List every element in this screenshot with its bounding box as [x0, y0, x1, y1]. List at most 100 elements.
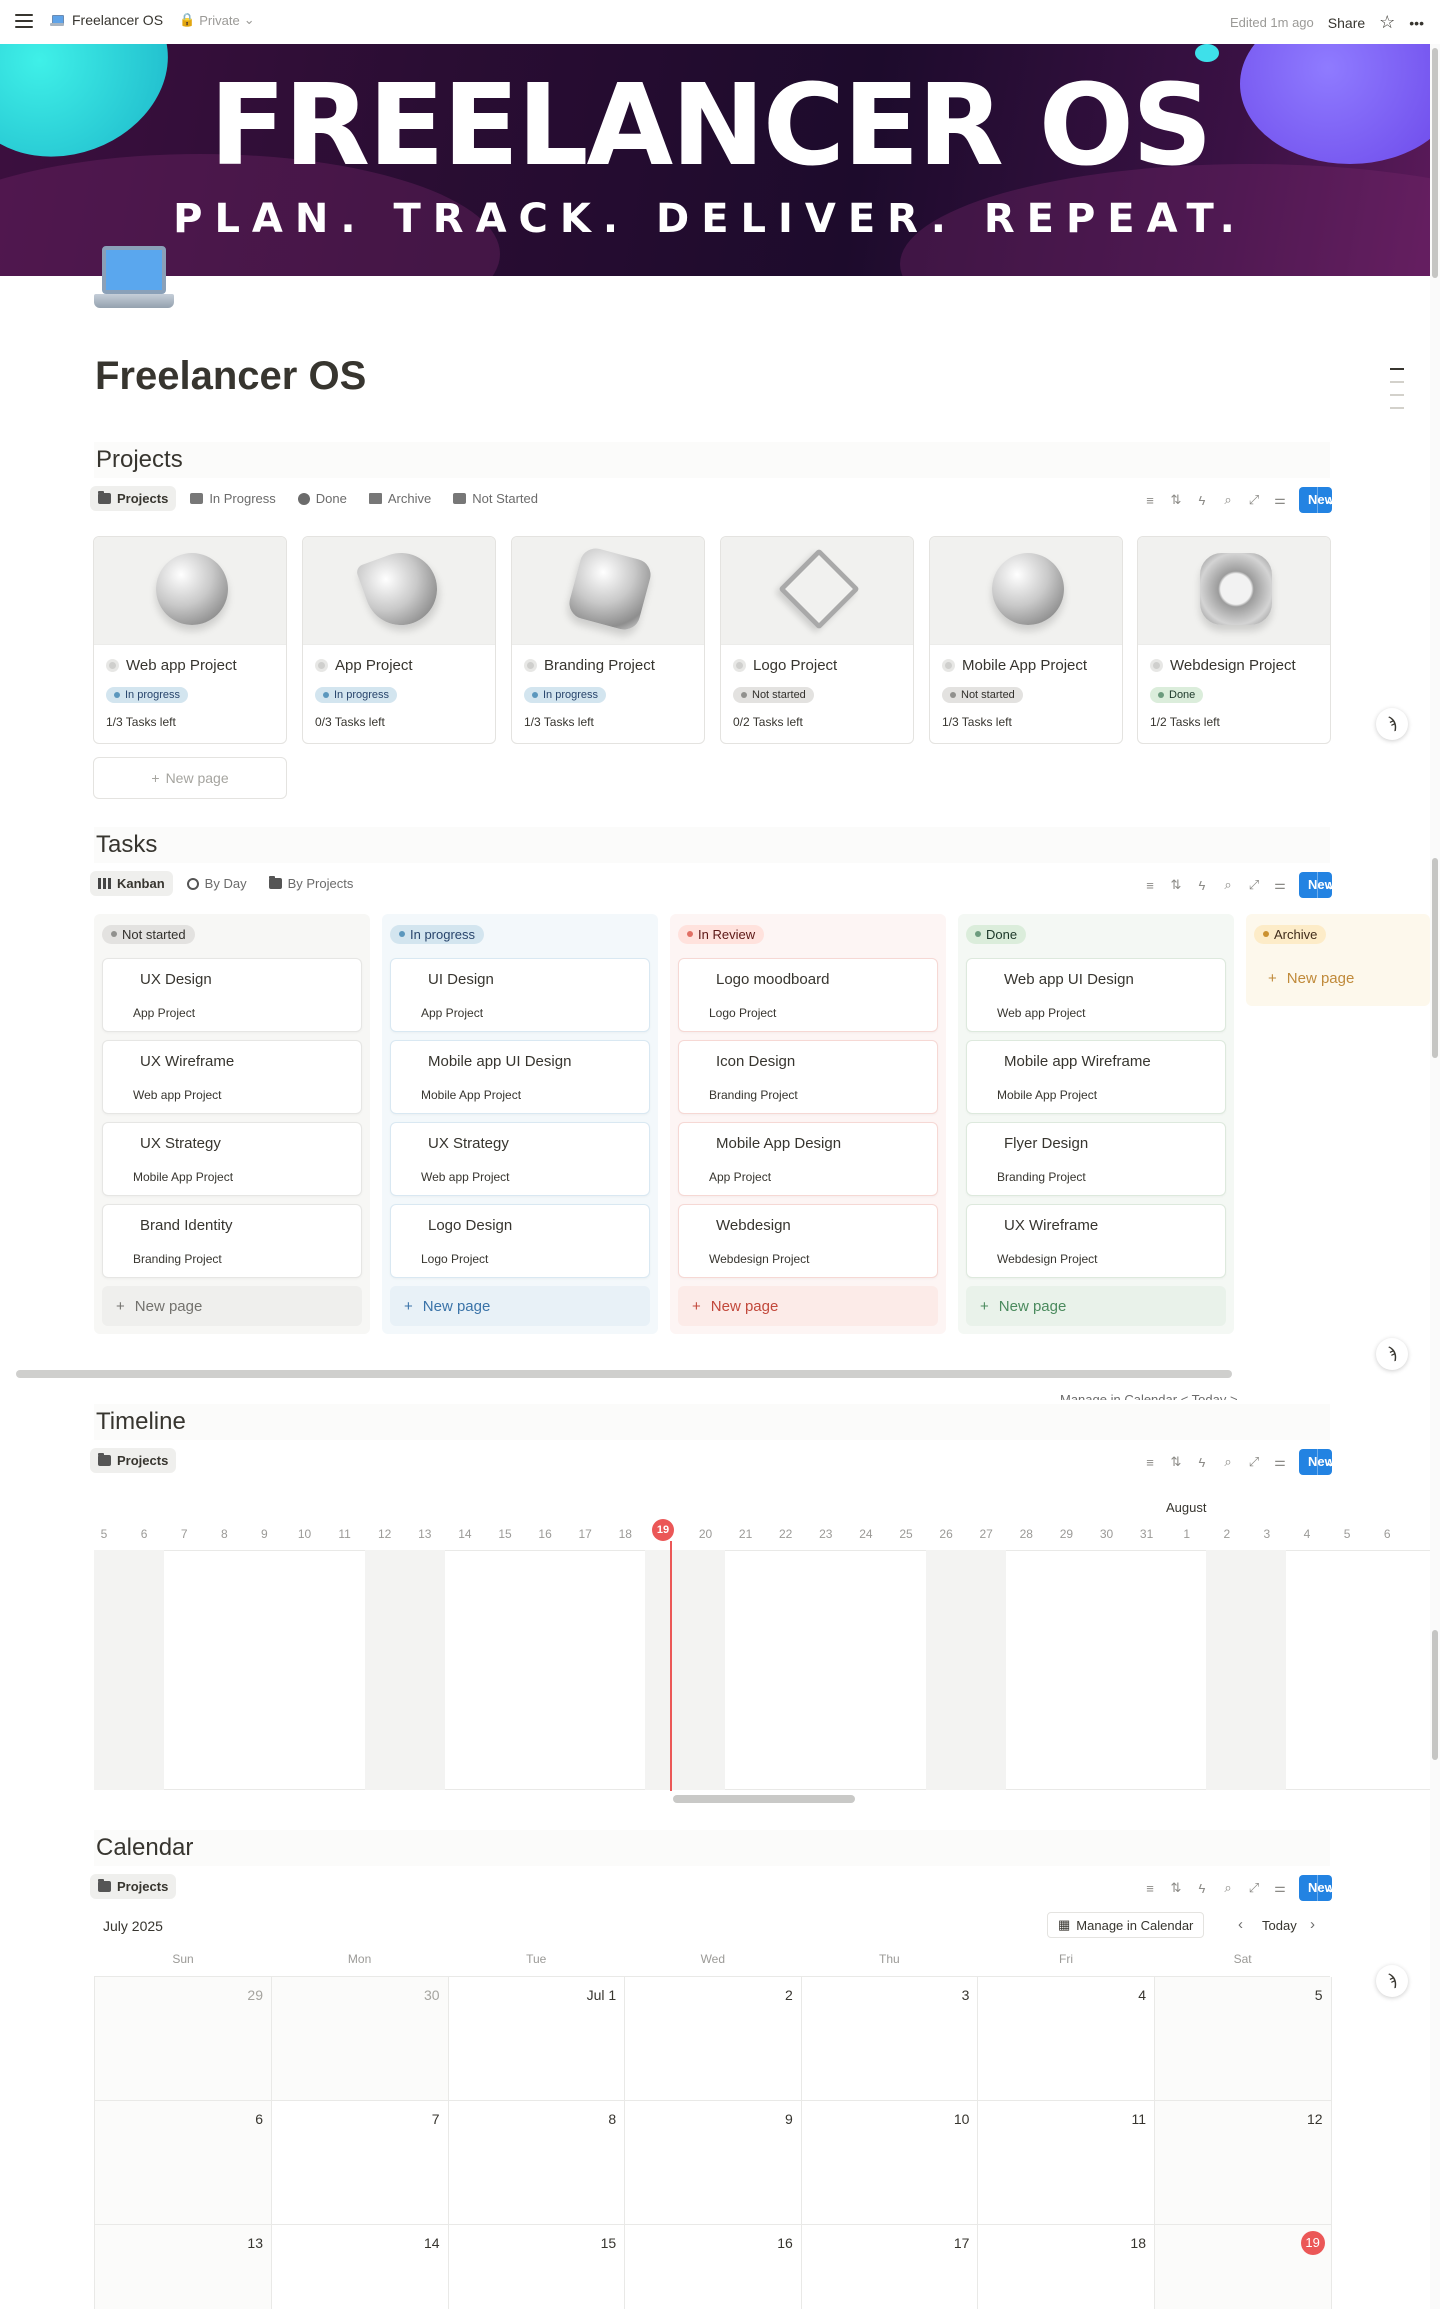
tab-projects[interactable]: Projects: [90, 1448, 177, 1473]
search-icon[interactable]: ⌕: [1221, 877, 1235, 893]
new-label[interactable]: New: [1299, 1875, 1335, 1901]
new-button[interactable]: New ⌄: [1299, 1449, 1336, 1475]
settings-icon[interactable]: ⚌: [1273, 492, 1287, 508]
help-icon[interactable]: ϡ: [1376, 708, 1408, 740]
page-title[interactable]: Freelancer OS: [95, 354, 366, 399]
tasks-heading[interactable]: Tasks: [94, 827, 1330, 863]
task-card[interactable]: UI Design App Project: [390, 958, 650, 1032]
chevron-down-icon[interactable]: ⌄: [1317, 872, 1336, 898]
calendar-day-cell[interactable]: 17: [801, 2225, 979, 2309]
task-card[interactable]: UX Strategy Web app Project: [390, 1122, 650, 1196]
calendar-day-cell[interactable]: 10: [801, 2101, 979, 2225]
calendar-day-cell[interactable]: Jul 1: [448, 1977, 626, 2101]
page-scrollbar[interactable]: [1430, 44, 1440, 2309]
calendar-day-cell[interactable]: 14: [272, 2225, 449, 2309]
new-button[interactable]: New ⌄: [1299, 487, 1336, 513]
star-icon[interactable]: ☆: [1379, 12, 1395, 33]
settings-icon[interactable]: ⚌: [1273, 1454, 1287, 1470]
filter-icon[interactable]: ≡: [1143, 1881, 1157, 1896]
project-card[interactable]: Mobile App Project Not started 1/3 Tasks l…: [929, 536, 1123, 744]
horizontal-scrollbar[interactable]: [16, 1370, 1232, 1378]
calendar-day-cell[interactable]: 7: [271, 2101, 449, 2225]
settings-icon[interactable]: ⚌: [1273, 877, 1287, 893]
calendar-day-cell[interactable]: 18: [978, 2225, 1155, 2309]
tab-by-projects[interactable]: By Projects: [261, 871, 362, 896]
task-card[interactable]: Mobile App Design App Project: [678, 1122, 938, 1196]
menu-icon[interactable]: [15, 14, 33, 28]
chevron-down-icon[interactable]: ⌄: [1317, 487, 1336, 513]
calendar-day-cell[interactable]: 12: [1154, 2101, 1332, 2225]
tab-kanban[interactable]: Kanban: [90, 871, 173, 896]
tab-in-progress[interactable]: In Progress: [182, 486, 283, 511]
column-header[interactable]: Archive: [1254, 924, 1327, 944]
calendar-day-cell[interactable]: 4: [978, 1977, 1155, 2101]
task-card[interactable]: UX Wireframe Webdesign Project: [966, 1204, 1226, 1278]
new-button[interactable]: New ⌄: [1299, 1875, 1336, 1901]
new-page-button[interactable]: + New page: [678, 1286, 938, 1326]
column-header[interactable]: Done: [966, 924, 1027, 944]
task-card[interactable]: Web app UI Design Web app Project: [966, 958, 1226, 1032]
new-label[interactable]: New: [1299, 872, 1335, 898]
chevron-down-icon[interactable]: ⌄: [1317, 1875, 1336, 1901]
scrollbar-thumb[interactable]: [1432, 48, 1438, 278]
expand-icon[interactable]: ⤢: [1247, 1880, 1261, 1896]
new-page-button[interactable]: + New page: [102, 1286, 362, 1326]
tab-not-started[interactable]: Not Started: [445, 486, 546, 511]
prev-month-icon[interactable]: ‹: [1238, 1916, 1243, 1933]
calendar-day-cell[interactable]: 29: [95, 1977, 272, 2101]
automation-icon[interactable]: ϟ: [1195, 493, 1209, 508]
automation-icon[interactable]: ϟ: [1195, 878, 1209, 893]
new-button[interactable]: New ⌄: [1299, 872, 1336, 898]
sort-icon[interactable]: ⇅: [1169, 1880, 1183, 1896]
calendar-day-cell[interactable]: 19: [1154, 2225, 1332, 2309]
sort-icon[interactable]: ⇅: [1169, 877, 1183, 893]
column-header[interactable]: Not started: [102, 924, 195, 944]
task-card[interactable]: Mobile app UI Design Mobile App Project: [390, 1040, 650, 1114]
search-icon[interactable]: ⌕: [1221, 492, 1235, 508]
help-icon[interactable]: ϡ: [1376, 1338, 1408, 1370]
task-card[interactable]: Flyer Design Branding Project: [966, 1122, 1226, 1196]
task-card[interactable]: Logo moodboard Logo Project: [678, 958, 938, 1032]
new-label[interactable]: New: [1299, 1449, 1335, 1475]
laptop-icon[interactable]: [94, 246, 174, 312]
horizontal-scrollbar[interactable]: [673, 1795, 855, 1803]
automation-icon[interactable]: ϟ: [1195, 1455, 1209, 1470]
tab-projects[interactable]: Projects: [90, 1874, 177, 1899]
calendar-day-cell[interactable]: 8: [448, 2101, 626, 2225]
calendar-day-cell[interactable]: 5: [1154, 1977, 1332, 2101]
privacy-indicator[interactable]: 🔒 Private ⌄: [179, 12, 255, 28]
expand-icon[interactable]: ⤢: [1247, 492, 1261, 508]
column-header[interactable]: In progress: [390, 924, 485, 944]
calendar-heading[interactable]: Calendar: [94, 1830, 1330, 1866]
chevron-down-icon[interactable]: ⌄: [1317, 1449, 1336, 1475]
tab-archive[interactable]: Archive: [361, 486, 439, 511]
expand-icon[interactable]: ⤢: [1247, 1454, 1261, 1470]
task-card[interactable]: UX Design App Project: [102, 958, 362, 1032]
scrollbar-thumb[interactable]: [1432, 1630, 1438, 1760]
task-card[interactable]: Webdesign Webdesign Project: [678, 1204, 938, 1278]
breadcrumb-page-name[interactable]: Freelancer OS: [72, 12, 163, 28]
tab-done[interactable]: Done: [290, 486, 355, 511]
calendar-day-cell[interactable]: 2: [624, 1977, 802, 2101]
sort-icon[interactable]: ⇅: [1169, 1454, 1183, 1470]
tab-projects[interactable]: Projects: [90, 486, 177, 511]
help-icon[interactable]: ϡ: [1376, 1965, 1408, 1997]
project-card[interactable]: Logo Project Not started 0/2 Tasks left: [720, 536, 914, 744]
calendar-day-cell[interactable]: 30: [271, 1977, 449, 2101]
projects-heading[interactable]: Projects: [94, 442, 1330, 478]
table-of-contents-icon[interactable]: [1390, 368, 1404, 420]
new-page-button[interactable]: + New page: [93, 757, 287, 799]
task-card[interactable]: Mobile app Wireframe Mobile App Project: [966, 1040, 1226, 1114]
filter-icon[interactable]: ≡: [1143, 1455, 1157, 1470]
task-card[interactable]: UX Strategy Mobile App Project: [102, 1122, 362, 1196]
task-card[interactable]: Brand Identity Branding Project: [102, 1204, 362, 1278]
calendar-day-cell[interactable]: 3: [801, 1977, 979, 2101]
calendar-day-cell[interactable]: 11: [978, 2101, 1155, 2225]
today-button[interactable]: Today: [1262, 1918, 1297, 1933]
project-card[interactable]: Web app Project In progress 1/3 Tasks left: [93, 536, 287, 744]
filter-icon[interactable]: ≡: [1143, 878, 1157, 893]
calendar-day-cell[interactable]: 9: [624, 2101, 802, 2225]
timeline-heading[interactable]: Timeline: [94, 1404, 1330, 1440]
calendar-day-cell[interactable]: 6: [95, 2101, 272, 2225]
new-page-button[interactable]: + New page: [390, 1286, 650, 1326]
